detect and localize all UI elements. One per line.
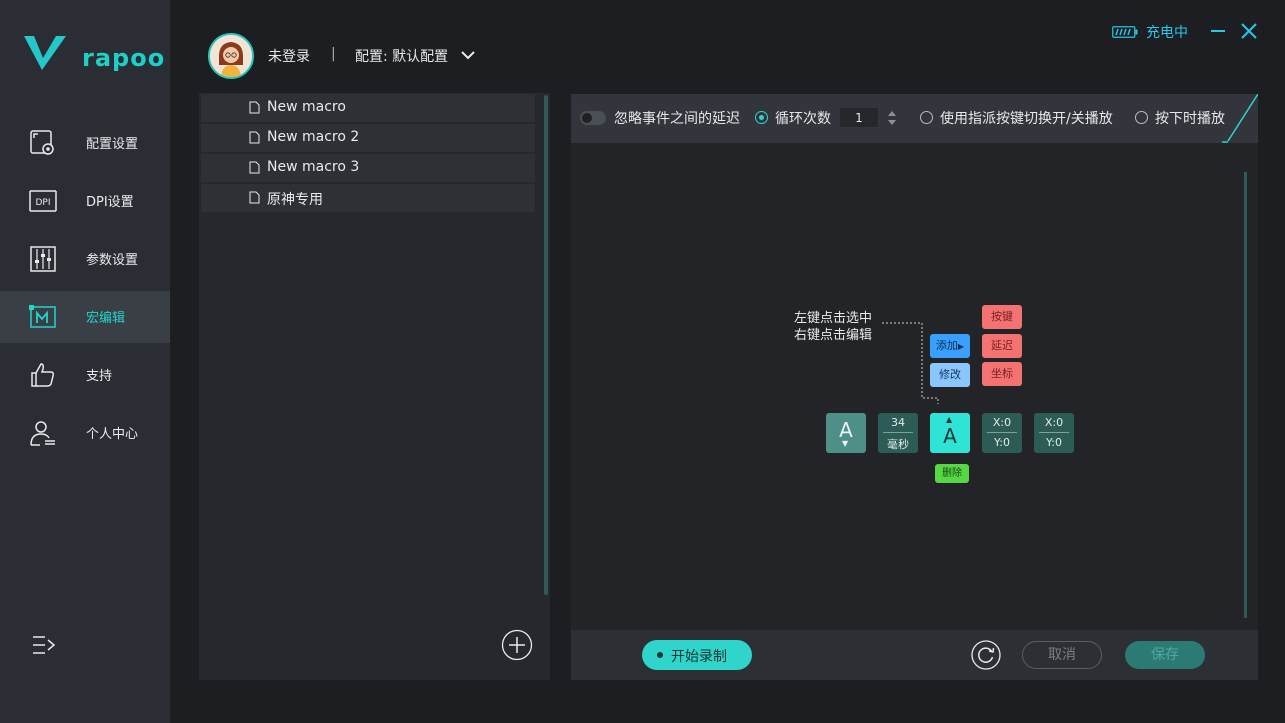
macro-name: 原神专用: [267, 192, 323, 208]
macro-list-item[interactable]: New macro 2: [201, 124, 535, 152]
sidebar-item-label: 参数设置: [86, 253, 139, 268]
thumbs-up-icon: [31, 363, 54, 387]
hint-right-click: 右键点击编辑: [794, 328, 873, 343]
hint-key-down-node: A ▼: [826, 413, 866, 453]
sidebar-item-support[interactable]: 支持: [0, 349, 170, 401]
hint-modify-button: 修改: [930, 363, 970, 387]
macro-icon: [29, 305, 56, 328]
loop-label: 循环次数: [775, 111, 831, 127]
file-icon: [249, 101, 260, 114]
dpi-icon: DPI: [29, 190, 57, 212]
record-dot-icon: [657, 652, 663, 658]
macro-name: New macro: [267, 99, 346, 115]
rapoo-v-icon: [24, 36, 66, 70]
battery-icon: [1112, 26, 1138, 38]
user-name[interactable]: 未登录: [268, 46, 310, 66]
refresh-button[interactable]: [971, 640, 1001, 670]
delay-value: 34: [891, 416, 905, 429]
sidebar-item-label: 配置设置: [86, 137, 139, 152]
sidebar-item-macro[interactable]: 宏编辑: [0, 291, 170, 343]
brand-logo: rapoo: [22, 30, 166, 76]
sidebar-item-profile[interactable]: 个人中心: [0, 407, 170, 459]
caret-right-icon: ▶: [957, 342, 965, 351]
loop-mode-radio[interactable]: [755, 111, 768, 124]
hold-play-radio[interactable]: [1135, 111, 1148, 124]
hold-play-label: 按下时播放: [1155, 111, 1225, 127]
coord-y: Y:0: [1046, 436, 1062, 449]
delay-unit: 毫秒: [887, 438, 909, 451]
coord-x: X:0: [992, 416, 1012, 429]
loop-count-input[interactable]: [840, 108, 878, 127]
user-icon: [30, 421, 55, 446]
sidebar-item-label: DPI设置: [86, 195, 134, 210]
hint-delay-node: 34 毫秒: [878, 413, 918, 453]
hint-coord-node: X:0 Y:0: [1034, 413, 1074, 453]
file-icon: [249, 191, 260, 204]
hint-coord-button: 坐标: [982, 362, 1022, 386]
sidebar: rapoo 配置设置 DPI DPI设置 参数设置 宏编辑 支持 个人中心: [0, 0, 170, 723]
hint-delete-button: 删除: [935, 464, 969, 483]
charge-status: 充电中: [1146, 25, 1188, 41]
brand-name: rapoo: [82, 44, 166, 72]
config-settings-icon: [30, 130, 54, 155]
hint-add-button: 添加▶: [930, 334, 970, 358]
coord-y: Y:0: [994, 436, 1010, 449]
header-separator: |: [331, 46, 336, 62]
sidebar-item-label: 个人中心: [86, 427, 139, 442]
sliders-icon: [30, 246, 56, 272]
avatar[interactable]: [208, 33, 254, 79]
hint-add-label: 添加: [935, 339, 958, 352]
macro-name: New macro 2: [267, 129, 360, 145]
hint-key-button: 按键: [982, 305, 1022, 329]
toolbar-edge-decoration: [1222, 94, 1258, 143]
arrow-up-icon: ▲: [946, 415, 953, 424]
toggle-key-mode-radio[interactable]: [920, 111, 933, 124]
arrow-down-icon: ▼: [842, 439, 849, 448]
close-icon[interactable]: [1240, 22, 1258, 40]
start-record-button[interactable]: 开始录制: [642, 640, 752, 670]
toggle-key-label: 使用指派按键切换开/关播放: [940, 111, 1113, 127]
minimize-icon[interactable]: [1209, 21, 1227, 41]
editor-scrollbar[interactable]: [1244, 172, 1247, 618]
ignore-delay-label: 忽略事件之间的延迟: [614, 111, 740, 127]
svg-text:DPI: DPI: [35, 198, 50, 208]
start-record-label: 开始录制: [671, 649, 727, 665]
hint-connector: [882, 322, 939, 404]
save-button[interactable]: 保存: [1125, 641, 1205, 669]
macro-name: New macro 3: [267, 159, 360, 175]
config-selector[interactable]: 配置: 默认配置: [355, 46, 448, 66]
ignore-delay-toggle[interactable]: [580, 111, 606, 125]
macro-list-item[interactable]: 原神专用: [201, 184, 535, 212]
menu-collapse-icon[interactable]: [31, 634, 57, 656]
loop-stepper-icon[interactable]: [886, 108, 898, 128]
sidebar-item-dpi[interactable]: DPI DPI设置: [0, 175, 170, 227]
coord-x: X:0: [1044, 416, 1064, 429]
macro-list-item[interactable]: New macro: [201, 94, 535, 122]
hint-coord-node: X:0 Y:0: [982, 413, 1022, 453]
list-scrollbar[interactable]: [544, 95, 548, 595]
file-icon: [249, 161, 260, 174]
add-macro-button[interactable]: [501, 629, 533, 661]
hint-delay-button: 延迟: [982, 334, 1022, 358]
chevron-down-icon[interactable]: [460, 48, 476, 62]
hint-key-up-node-selected: ▲ A: [930, 413, 970, 453]
sidebar-item-params[interactable]: 参数设置: [0, 233, 170, 285]
cancel-button[interactable]: 取消: [1022, 641, 1102, 669]
sidebar-item-label: 支持: [86, 369, 113, 384]
sidebar-item-label: 宏编辑: [86, 311, 126, 326]
avatar-icon: [210, 35, 252, 77]
macro-list-item[interactable]: New macro 3: [201, 154, 535, 182]
sidebar-item-config[interactable]: 配置设置: [0, 117, 170, 169]
file-icon: [249, 131, 260, 144]
